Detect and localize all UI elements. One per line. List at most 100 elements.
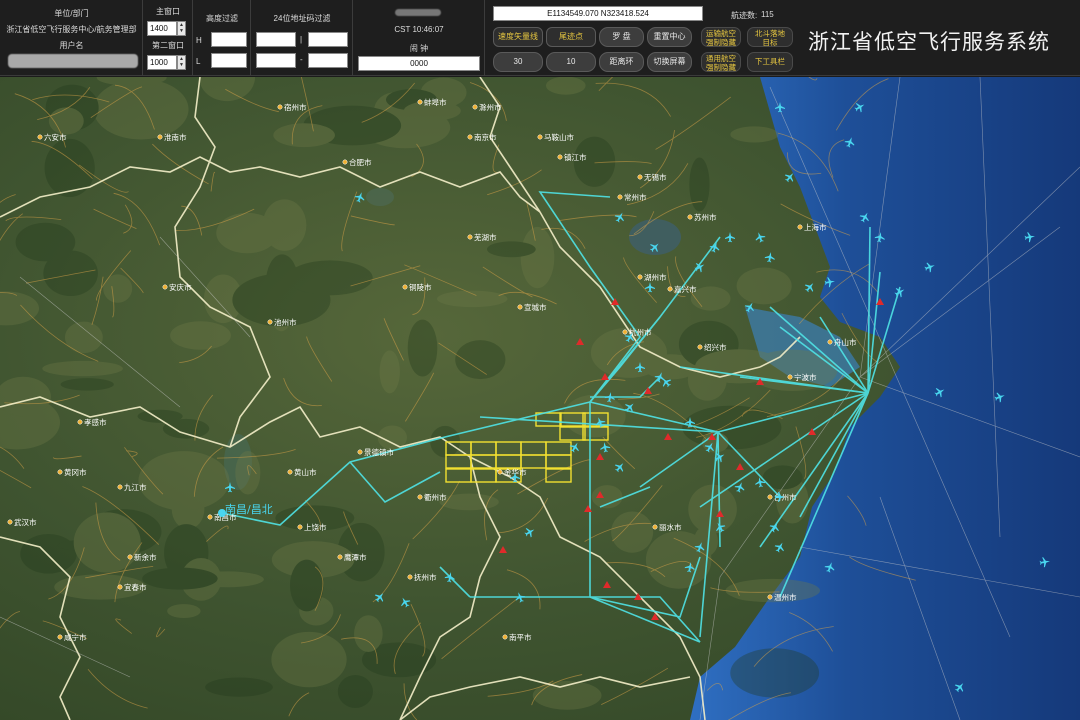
city-dot [827, 339, 833, 345]
transport-hide-line-1: 运输航空 [706, 29, 736, 38]
altitude-low-input[interactable] [211, 53, 247, 68]
address-filter-section: 24位地址码过滤 | - [251, 0, 353, 76]
alarm-label: 闹 钟 [409, 44, 429, 53]
map-canvas[interactable]: 六安市合肥市安庆市池州市芜湖市铜陵市宣城市湖州市嘉兴市杭州市绍兴市宁波市舟山市台… [0, 77, 1080, 720]
city-label: 芜湖市 [474, 232, 497, 242]
city-dot [687, 214, 693, 220]
unit-value: 浙江省低空飞行服务中心/航务管理部 [6, 25, 137, 34]
city-dot [497, 469, 503, 475]
toolbar-below-button[interactable]: 下工具栏 [747, 52, 793, 72]
alarm-input[interactable]: 0000 [358, 56, 480, 71]
city-label: 舟山市 [834, 337, 857, 347]
city-label: 苏州市 [694, 212, 717, 222]
city-dot [787, 374, 793, 380]
second-window-input[interactable]: 1000 [147, 55, 177, 70]
address-filter-input-2[interactable] [308, 32, 348, 47]
city-dot [517, 304, 523, 310]
track-count-value: 115 [761, 10, 774, 19]
transport-hide-button[interactable]: 运输航空 强制隐藏 [701, 27, 741, 47]
speed-30-button[interactable]: 30 [493, 52, 543, 72]
city-label: 镇江市 [564, 152, 587, 162]
nanchang-station-label: 南昌/昌北 [225, 503, 273, 516]
city-dot [797, 224, 803, 230]
city-label: 新余市 [134, 552, 157, 562]
username-field[interactable] [8, 54, 138, 68]
city-dot [57, 469, 63, 475]
city-label: 杭州市 [629, 327, 652, 337]
city-dot [537, 134, 543, 140]
beidou-target-button[interactable]: 北斗落地 目标 [747, 27, 793, 47]
city-label: 宣城市 [524, 302, 547, 312]
main-window-stepper[interactable]: ▲ ▼ [177, 21, 186, 36]
terrain-patch [439, 493, 499, 511]
user-label: 用户名 [59, 41, 84, 50]
city-label: 丽水市 [659, 522, 682, 532]
general-hide-button[interactable]: 通用航空 强制隐藏 [701, 52, 741, 72]
second-window-stepper[interactable]: ▲ ▼ [177, 55, 186, 70]
coordinates-display: E1134549.070 N323418.524 [493, 6, 703, 21]
top-toolbar: 单位/部门 浙江省低空飞行服务中心/航务管理部 用户名 主窗口 1400 ▲ ▼ … [0, 0, 1080, 76]
terrain-patch [273, 123, 335, 148]
terrain-patch [725, 578, 821, 603]
city-dot [417, 99, 423, 105]
city-dot [267, 319, 273, 325]
range-ring-button[interactable]: 距离环 [599, 52, 644, 72]
address-filter-input-3[interactable] [256, 53, 296, 68]
city-label: 咸宁市 [64, 632, 87, 642]
tail-trace-button[interactable]: 尾迹点 [546, 27, 596, 47]
switch-screen-button[interactable]: 切换屏幕 [647, 52, 692, 72]
terrain-patch [730, 126, 779, 143]
terrain-patch [730, 648, 820, 698]
terrain-patch [138, 451, 230, 511]
city-dot [472, 104, 478, 110]
city-dot [767, 594, 773, 600]
speed-vector-button[interactable]: 速度矢量线 [493, 27, 543, 47]
city-dot [357, 449, 363, 455]
general-hide-line-2: 强制隐藏 [706, 63, 736, 72]
city-dot [297, 524, 303, 530]
lake-chaohu [366, 188, 394, 206]
city-label: 景德镇市 [364, 447, 394, 457]
terrain-patch [15, 222, 76, 262]
city-label: 池州市 [274, 317, 297, 327]
city-dot [402, 284, 408, 290]
terrain-patch [520, 226, 555, 289]
terrain-patch [611, 511, 654, 553]
main-window-input[interactable]: 1400 [147, 21, 177, 36]
address-filter-label: 24位地址码过滤 [273, 14, 331, 23]
city-label: 温州市 [774, 592, 797, 602]
city-label: 无锡市 [644, 172, 667, 182]
city-label: 武汉市 [14, 517, 37, 527]
city-dot [57, 634, 63, 640]
map-view[interactable]: 六安市 合肥市 安庆市 池州市 芜湖市 铜陵市 宣城市 湖州市 嘉兴市 杭州市 绍兴市 宁波市 舟山市台… [0, 77, 1080, 720]
city-dot [667, 286, 673, 292]
city-label: 合肥市 [349, 157, 372, 167]
compass-button[interactable]: 罗 盘 [599, 27, 644, 47]
city-label: 鹰潭市 [344, 552, 367, 562]
city-dot [162, 284, 168, 290]
address-filter-input-4[interactable] [308, 53, 348, 68]
altitude-high-input[interactable] [211, 32, 247, 47]
city-dot [157, 134, 163, 140]
terrain-patch [60, 378, 114, 391]
city-label: 淮南市 [164, 132, 187, 142]
city-dot [207, 514, 213, 520]
main-window-label: 主窗口 [156, 7, 180, 16]
trace-10-button[interactable]: 10 [546, 52, 596, 72]
city-label: 衢州市 [424, 492, 447, 502]
city-label: 绍兴市 [704, 342, 727, 352]
general-hide-line-1: 通用航空 [706, 54, 736, 63]
system-title: 浙江省低空飞行服务系统 [808, 30, 1050, 54]
city-dot [697, 344, 703, 350]
recenter-button[interactable]: 重置中心 [647, 27, 692, 47]
clock-section: CST 10:46:07 闹 钟 0000 [353, 0, 485, 76]
address-filter-input-1[interactable] [256, 32, 296, 47]
city-label: 南京市 [474, 132, 497, 142]
terrain-patch [379, 350, 400, 394]
city-dot [77, 419, 83, 425]
city-label: 常州市 [624, 192, 647, 202]
city-label: 宜春市 [124, 582, 147, 592]
unit-label: 单位/部门 [54, 9, 89, 18]
city-dot [767, 494, 773, 500]
city-label: 黄冈市 [64, 467, 87, 477]
